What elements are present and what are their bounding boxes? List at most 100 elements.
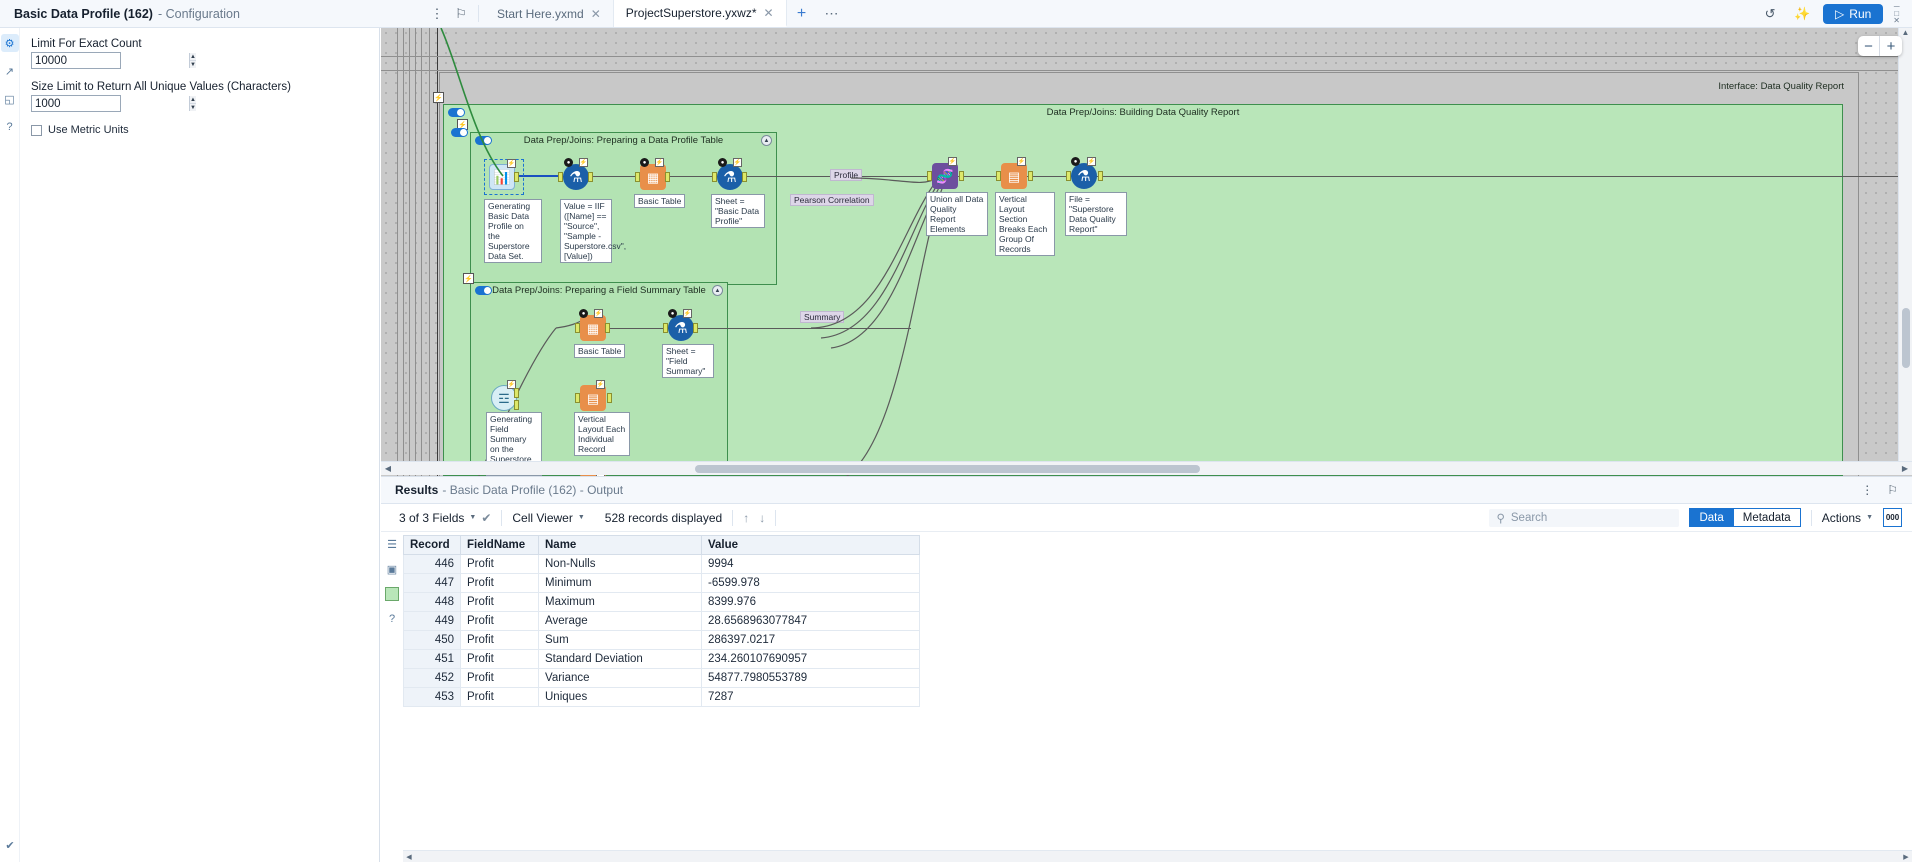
input-port[interactable] bbox=[635, 172, 640, 182]
output-port-top[interactable] bbox=[514, 388, 519, 398]
cell-value[interactable]: -6599.978 bbox=[701, 573, 920, 593]
layout-icon[interactable]: ▣ bbox=[385, 562, 399, 576]
tab-data[interactable]: Data bbox=[1689, 508, 1734, 527]
table-row[interactable]: 448 Profit Maximum 8399.976 bbox=[403, 592, 920, 612]
cell-record[interactable]: 450 bbox=[403, 630, 461, 650]
cell-record[interactable]: 446 bbox=[403, 554, 461, 574]
limit-exact-count-input[interactable] bbox=[32, 53, 189, 68]
tool-sheet-basic-data-profile[interactable]: ⚗ bbox=[717, 164, 743, 190]
cell-record[interactable]: 448 bbox=[403, 592, 461, 612]
tool-badge-icon[interactable]: ⚡ bbox=[507, 159, 516, 168]
run-button[interactable]: ▷ Run bbox=[1823, 3, 1884, 24]
nav-down-icon[interactable]: ↓ bbox=[759, 511, 765, 525]
cell-record[interactable]: 449 bbox=[403, 611, 461, 631]
output-port-bottom[interactable] bbox=[514, 400, 519, 410]
scroll-left-arrow[interactable]: ◀ bbox=[403, 853, 415, 861]
cell-fieldname[interactable]: Profit bbox=[460, 554, 539, 574]
scroll-right-arrow[interactable]: ▶ bbox=[1898, 464, 1912, 473]
cell-fieldname[interactable]: Profit bbox=[460, 592, 539, 612]
cell-name[interactable]: Uniques bbox=[538, 687, 702, 707]
tool-basic-table-profile[interactable]: ▦ bbox=[640, 164, 666, 190]
canvas-horizontal-scrollbar[interactable]: ◀ ▶ bbox=[381, 461, 1912, 475]
tool-comment-icon[interactable]: ● bbox=[564, 158, 573, 167]
check-status-icon[interactable]: ✔ bbox=[1, 836, 19, 854]
column-record[interactable]: Record bbox=[403, 535, 461, 555]
tool-vertical-layout-sections[interactable]: ▤ bbox=[1001, 163, 1027, 189]
limit-exact-count-field[interactable]: ▲ ▼ bbox=[31, 52, 196, 69]
cell-name[interactable]: Sum bbox=[538, 630, 702, 650]
zero-format-button[interactable]: 000 bbox=[1883, 508, 1902, 527]
canvas-vertical-scrollbar[interactable]: ▲ bbox=[1898, 28, 1912, 461]
tool-sheet-field-summary[interactable]: ⚗ bbox=[668, 315, 694, 341]
tool-comment-icon[interactable]: ● bbox=[640, 158, 649, 167]
tool-comment-icon[interactable]: ● bbox=[668, 309, 677, 318]
tool-badge-icon[interactable]: ⚡ bbox=[594, 309, 603, 318]
stepper-up-icon[interactable]: ▲ bbox=[190, 53, 196, 61]
results-more-icon[interactable]: ⋮ bbox=[1861, 483, 1873, 497]
chevron-down-icon[interactable]: ▼ bbox=[1866, 514, 1873, 521]
table-row[interactable]: 449 Profit Average 28.6568963077847 bbox=[403, 611, 920, 631]
cell-name[interactable]: Minimum bbox=[538, 573, 702, 593]
tool-formula-value[interactable]: ⚗ bbox=[563, 164, 589, 190]
output-port[interactable] bbox=[588, 172, 593, 182]
cell-record[interactable]: 447 bbox=[403, 573, 461, 593]
chevron-down-icon[interactable]: ▼ bbox=[578, 514, 585, 521]
tool-badge-icon[interactable]: ⚡ bbox=[596, 380, 605, 389]
column-name[interactable]: Name bbox=[538, 535, 702, 555]
cell-value[interactable]: 286397.0217 bbox=[701, 630, 920, 650]
tool-badge-icon[interactable]: ⚡ bbox=[1087, 157, 1096, 166]
output-port[interactable] bbox=[1028, 171, 1033, 181]
check-icon[interactable]: ✔ bbox=[481, 511, 491, 525]
output-port[interactable] bbox=[605, 323, 610, 333]
table-row[interactable]: 447 Profit Minimum -6599.978 bbox=[403, 573, 920, 593]
output-port[interactable] bbox=[742, 172, 747, 182]
tool-union-report-elements[interactable]: 🧬 bbox=[932, 163, 958, 189]
horizontal-scroll-thumb[interactable] bbox=[695, 464, 1200, 473]
output-port[interactable] bbox=[665, 172, 670, 182]
limit-exact-count-stepper[interactable]: ▲ ▼ bbox=[189, 53, 196, 68]
close-icon[interactable]: ✕ bbox=[763, 6, 773, 20]
size-limit-field[interactable]: ▲ ▼ bbox=[31, 95, 196, 112]
cell-record[interactable]: 452 bbox=[403, 668, 461, 688]
tool-badge-icon[interactable]: ⚡ bbox=[733, 158, 742, 167]
panel-more-icon[interactable]: ⋮ bbox=[426, 3, 448, 25]
stepper-down-icon[interactable]: ▼ bbox=[190, 104, 196, 111]
cell-value[interactable]: 9994 bbox=[701, 554, 920, 574]
chevron-down-icon[interactable]: ▼ bbox=[469, 514, 476, 521]
close-icon[interactable]: ✕ bbox=[591, 7, 601, 21]
tool-badge-icon[interactable]: ⚡ bbox=[1017, 157, 1026, 166]
column-value[interactable]: Value bbox=[701, 535, 920, 555]
tool-render-file-report[interactable]: ⚗ bbox=[1071, 163, 1097, 189]
cell-name[interactable]: Non-Nulls bbox=[538, 554, 702, 574]
cell-name[interactable]: Average bbox=[538, 611, 702, 631]
zoom-in-button[interactable]: + bbox=[1880, 36, 1902, 56]
tab-start-here[interactable]: Start Here.yxmd ✕ bbox=[485, 0, 614, 27]
tool-basic-table-summary[interactable]: ▦ bbox=[580, 315, 606, 341]
list-view-icon[interactable]: ☰ bbox=[385, 537, 399, 551]
table-row[interactable]: 451 Profit Standard Deviation 234.260107… bbox=[403, 649, 920, 669]
output-port[interactable] bbox=[514, 172, 519, 182]
tag-icon[interactable]: ◱ bbox=[1, 90, 19, 108]
fields-selector[interactable]: 3 of 3 Fields ▼ ✔ bbox=[389, 511, 501, 525]
nav-arrows[interactable]: ↑ ↓ bbox=[733, 511, 775, 525]
container-badge-icon[interactable]: ⚡ bbox=[463, 273, 474, 284]
cell-value[interactable]: 54877.7980553789 bbox=[701, 668, 920, 688]
cell-fieldname[interactable]: Profit bbox=[460, 668, 539, 688]
input-port[interactable] bbox=[996, 171, 1001, 181]
output-port[interactable] bbox=[959, 171, 964, 181]
window-controls[interactable]: ─ □ ✕ bbox=[1893, 3, 1900, 25]
help-icon[interactable]: ? bbox=[1, 118, 19, 136]
collapse-icon[interactable]: ▲ bbox=[761, 135, 772, 146]
zoom-out-button[interactable]: − bbox=[1858, 36, 1880, 56]
nav-up-icon[interactable]: ↑ bbox=[743, 511, 749, 525]
building-report-toggle[interactable] bbox=[451, 128, 468, 137]
scroll-track[interactable] bbox=[395, 464, 1898, 473]
cell-fieldname[interactable]: Profit bbox=[460, 630, 539, 650]
table-row[interactable]: 452 Profit Variance 54877.7980553789 bbox=[403, 668, 920, 688]
cell-value[interactable]: 28.6568963077847 bbox=[701, 611, 920, 631]
tool-comment-icon[interactable]: ● bbox=[718, 158, 727, 167]
help-icon[interactable]: ? bbox=[385, 612, 399, 626]
output-port[interactable] bbox=[693, 323, 698, 333]
input-port[interactable] bbox=[663, 323, 668, 333]
cell-name[interactable]: Maximum bbox=[538, 592, 702, 612]
